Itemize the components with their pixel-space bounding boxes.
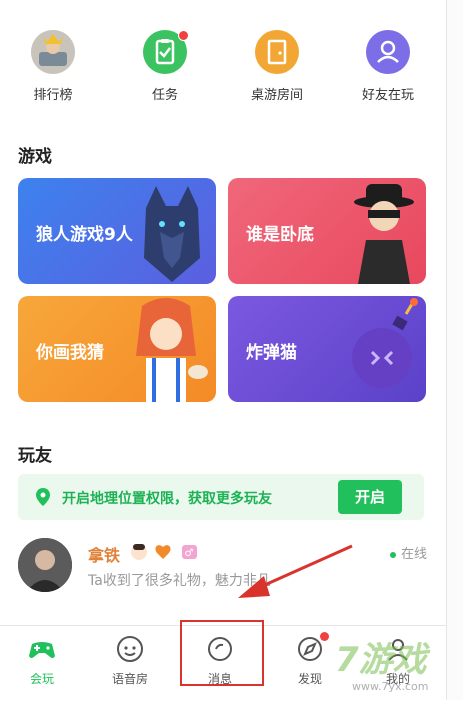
notification-dot — [178, 30, 189, 41]
enable-location-button[interactable]: 开启 — [338, 480, 402, 514]
friend-name: 拿铁 — [88, 546, 121, 565]
voice-room-icon — [115, 634, 145, 664]
tab-play[interactable]: 会玩 — [2, 634, 82, 687]
task-icon — [143, 30, 189, 74]
notification-dot — [320, 632, 329, 641]
quick-item-room[interactable]: 桌游房间 — [232, 30, 322, 103]
quick-item-label: 排行榜 — [33, 88, 73, 103]
wolf-icon — [144, 186, 200, 282]
location-pin-icon — [36, 488, 50, 506]
online-status-label: 在线 — [401, 547, 428, 562]
quick-item-task[interactable]: 任务 — [120, 30, 210, 103]
game-card-undercover[interactable]: 谁是卧底 — [228, 178, 426, 284]
quick-item-ranking[interactable]: 排行榜 — [8, 30, 98, 103]
quick-item-label: 任务 — [151, 88, 178, 103]
gamepad-icon — [27, 634, 57, 664]
quick-entries: 排行榜 任务 桌游房间 好友在玩 — [0, 0, 446, 110]
section-title-games: 游戏 — [18, 147, 52, 167]
quick-item-label: 好友在玩 — [361, 88, 414, 103]
quick-item-label: 桌游房间 — [250, 88, 303, 103]
badge-icons: ♂ — [131, 544, 197, 560]
discover-icon — [295, 632, 329, 664]
highlight-box — [180, 620, 264, 686]
home-page: 排行榜 任务 桌游房间 好友在玩 游戏 狼人游戏9人 谁是卧底 你画我猜 炸弹猫… — [0, 0, 446, 701]
game-card-label: 狼人游戏9人 — [36, 225, 133, 245]
tab-label: 语音房 — [111, 672, 148, 686]
bomb-icon — [352, 298, 418, 388]
tab-voice-room[interactable]: 语音房 — [90, 634, 170, 687]
online-status: 在线 — [390, 543, 427, 562]
location-permission-banner: 开启地理位置权限，获取更多玩友 开启 — [18, 474, 424, 520]
tab-label: 会玩 — [29, 672, 54, 686]
game-card-label: 谁是卧底 — [246, 225, 314, 245]
online-dot — [390, 551, 396, 558]
game-card-label: 你画我猜 — [36, 343, 104, 363]
game-card-label: 炸弹猫 — [246, 343, 297, 363]
quick-item-friends-playing[interactable]: 好友在玩 — [343, 30, 433, 103]
game-card-werewolf[interactable]: 狼人游戏9人 — [18, 178, 216, 284]
banner-text: 开启地理位置权限，获取更多玩友 — [62, 491, 272, 507]
avatar-icon — [31, 30, 75, 74]
annotation-arrow — [238, 544, 353, 598]
girl-painter-icon — [136, 298, 208, 402]
game-card-bomb-cat[interactable]: 炸弹猫 — [228, 296, 426, 402]
person-icon — [366, 30, 410, 74]
svg-text:♂: ♂ — [185, 548, 194, 559]
avatar — [18, 538, 72, 592]
game-card-draw-guess[interactable]: 你画我猜 — [18, 296, 216, 402]
spy-icon — [354, 184, 414, 284]
watermark-logo: 7游戏 — [335, 640, 427, 680]
watermark-url: www.7yx.com — [352, 680, 429, 693]
friend-list-item[interactable]: 拿铁 ♂ Ta收到了很多礼物，魅力非凡 在线 — [0, 530, 446, 610]
right-edge — [446, 0, 463, 700]
door-icon — [255, 30, 299, 74]
section-title-friends: 玩友 — [18, 446, 52, 466]
